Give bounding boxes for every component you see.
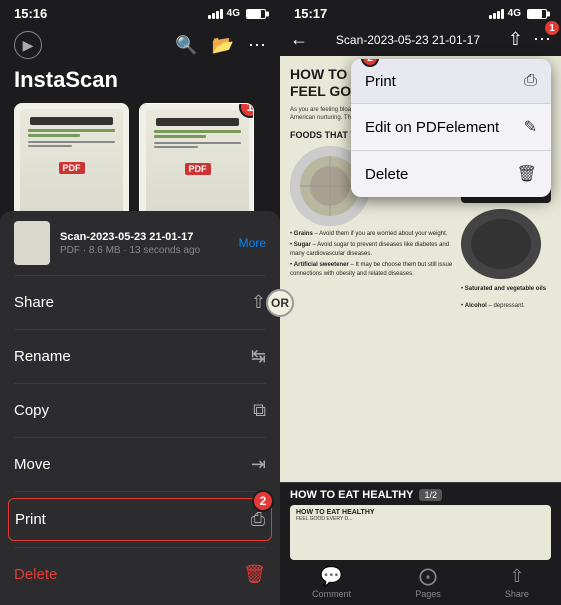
right-signal-icon [489,9,504,19]
sheet-divider-6 [14,547,266,548]
right-header-icons: ⇧ ⋯ 1 2 Print ⎙ Edit on PDFelement ✎ [508,29,551,50]
left-header-icons: 🔍 📂 ⋯ [175,35,266,56]
badge-1-more: 1 [543,19,561,37]
back-icon[interactable]: ← [290,29,308,50]
preview-big-title: HOW TO EAT HEALTHY [296,509,375,516]
delete-icon: 🗑 [243,564,266,585]
context-menu-print[interactable]: Print ⎙ [351,59,551,104]
context-edit-label: Edit on PDFelement [365,119,499,136]
tab-share[interactable]: ⇧ Share [505,566,529,599]
rename-icon: ↹ [251,346,266,367]
right-header: ← Scan-2023-05-23 21-01-17 ⇧ ⋯ 1 2 Print… [280,25,561,56]
sheet-filename: Scan-2023-05-23 21-01-17 [60,231,229,243]
more-icon[interactable]: ⋯ [248,35,266,56]
sheet-move[interactable]: Move ⇥ [14,444,266,485]
dark-circle-image [461,209,541,279]
print-label: Print [15,511,46,528]
sheet-divider-5 [14,491,266,492]
context-delete-label: Delete [365,166,408,183]
sheet-divider-3 [14,383,266,384]
sheet-file-info: Scan-2023-05-23 21-01-17 PDF · 8.6 MB · … [14,221,266,265]
copy-label: Copy [14,402,49,419]
comment-icon: 💬 [320,566,342,587]
preview-label-row: HOW TO EAT HEALTHY 1/2 [280,489,561,501]
right-footer: HOW TO EAT HEALTHY 1/2 HOW TO EAT HEALTH… [280,482,561,605]
or-divider: OR [266,289,294,317]
rename-label: Rename [14,348,71,365]
right-panel: 15:17 4G ← Scan-2023-05-23 21-01-17 ⇧ ⋯ … [280,0,561,605]
share-label: Share [14,294,54,311]
comment-tab-label: Comment [312,589,351,599]
bullet-5: • Alcohol – depressant. [461,302,551,311]
network-label: 4G [227,8,240,19]
sheet-print-wrapper: Print ⎙ 2 [14,498,266,541]
avatar[interactable]: ▶ [14,31,42,59]
footer-tabs: 💬 Comment ⨀ Pages ⇧ Share [280,564,561,601]
left-status-icons: 4G [208,8,266,19]
pdf-badge-2: PDF [185,163,211,175]
search-icon[interactable]: 🔍 [175,35,197,56]
right-status-bar: 15:17 4G [280,0,561,25]
delete-label: Delete [14,566,57,583]
move-icon: ⇥ [251,454,266,475]
sheet-print-border: Print ⎙ [8,498,272,541]
pages-icon: ⨀ [419,566,437,587]
right-network: 4G [508,8,521,19]
bullet-3: • Artificial sweetener – It may be choos… [290,261,453,279]
right-battery-icon [527,9,547,19]
right-time: 15:17 [294,6,327,21]
left-status-bar: 15:16 4G [0,0,280,25]
sheet-meta: PDF · 8.6 MB · 13 seconds ago [60,245,229,256]
app-title: InstaScan [0,67,280,103]
preview-subtitle: FEEL GOOD EVERY D... [296,516,352,523]
share-tab-label: Share [505,589,529,599]
left-panel: 15:16 4G ▶ 🔍 📂 ⋯ InstaScan [0,0,280,605]
context-menu-delete[interactable]: Delete 🗑 [351,151,551,197]
sheet-file-details: Scan-2023-05-23 21-01-17 PDF · 8.6 MB · … [60,231,229,256]
tab-comment[interactable]: 💬 Comment [312,566,351,599]
bullet-2: • Sugar – Avoid sugar to prevent disease… [290,241,453,259]
left-time: 15:16 [14,6,47,21]
badge-2-print: 2 [252,490,274,512]
tab-pages[interactable]: ⨀ Pages [415,566,441,599]
sheet-copy[interactable]: Copy ⧉ [14,390,266,431]
sheet-divider-1 [14,275,266,276]
print-icon: ⎙ [251,509,265,530]
sheet-delete[interactable]: Delete 🗑 [14,554,266,595]
share-icon: ⇧ [251,292,266,313]
signal-bars-icon [208,9,223,19]
preview-page-title: HOW TO EAT HEALTHY [290,489,413,501]
sheet-more-button[interactable]: More [239,236,266,250]
bottom-sheet: Scan-2023-05-23 21-01-17 PDF · 8.6 MB · … [0,211,280,605]
battery-icon [246,9,266,19]
pdf-badge: PDF [59,162,85,174]
avatar-icon: ▶ [23,37,34,54]
context-edit-icon: ✎ [524,117,537,137]
pages-tab-label: Pages [415,589,441,599]
context-print-label: Print [365,73,396,90]
page-preview-strip: HOW TO EAT HEALTHY FEEL GOOD EVERY D... [290,505,551,560]
sheet-print[interactable]: Print ⎙ [15,499,265,540]
context-delete-icon: 🗑 [517,164,537,184]
bullet-4: • Saturated and vegetable oils [461,285,551,294]
sheet-divider-4 [14,437,266,438]
more-button-wrapper: ⋯ 1 2 Print ⎙ Edit on PDFelement ✎ [533,29,551,50]
move-label: Move [14,456,51,473]
context-menu: 2 Print ⎙ Edit on PDFelement ✎ Delete 🗑 [351,59,551,197]
left-header: ▶ 🔍 📂 ⋯ [0,25,280,67]
bullet-1: • Grains – Avoid them if you are worried… [290,230,453,239]
sheet-share[interactable]: Share ⇧ [14,282,266,323]
page-badge: 1/2 [419,489,442,501]
context-print-icon: ⎙ [524,72,537,90]
share-tab-icon: ⇧ [509,566,524,587]
right-status-icons: 4G [489,8,547,19]
right-doc-title: Scan-2023-05-23 21-01-17 [336,33,480,47]
sheet-thumb [14,221,50,265]
copy-icon: ⧉ [253,400,266,421]
folder-icon[interactable]: 📂 [212,35,234,56]
sheet-rename[interactable]: Rename ↹ [14,336,266,377]
sheet-divider-2 [14,329,266,330]
share-header-icon[interactable]: ⇧ [508,29,523,50]
context-menu-edit[interactable]: Edit on PDFelement ✎ [351,104,551,151]
